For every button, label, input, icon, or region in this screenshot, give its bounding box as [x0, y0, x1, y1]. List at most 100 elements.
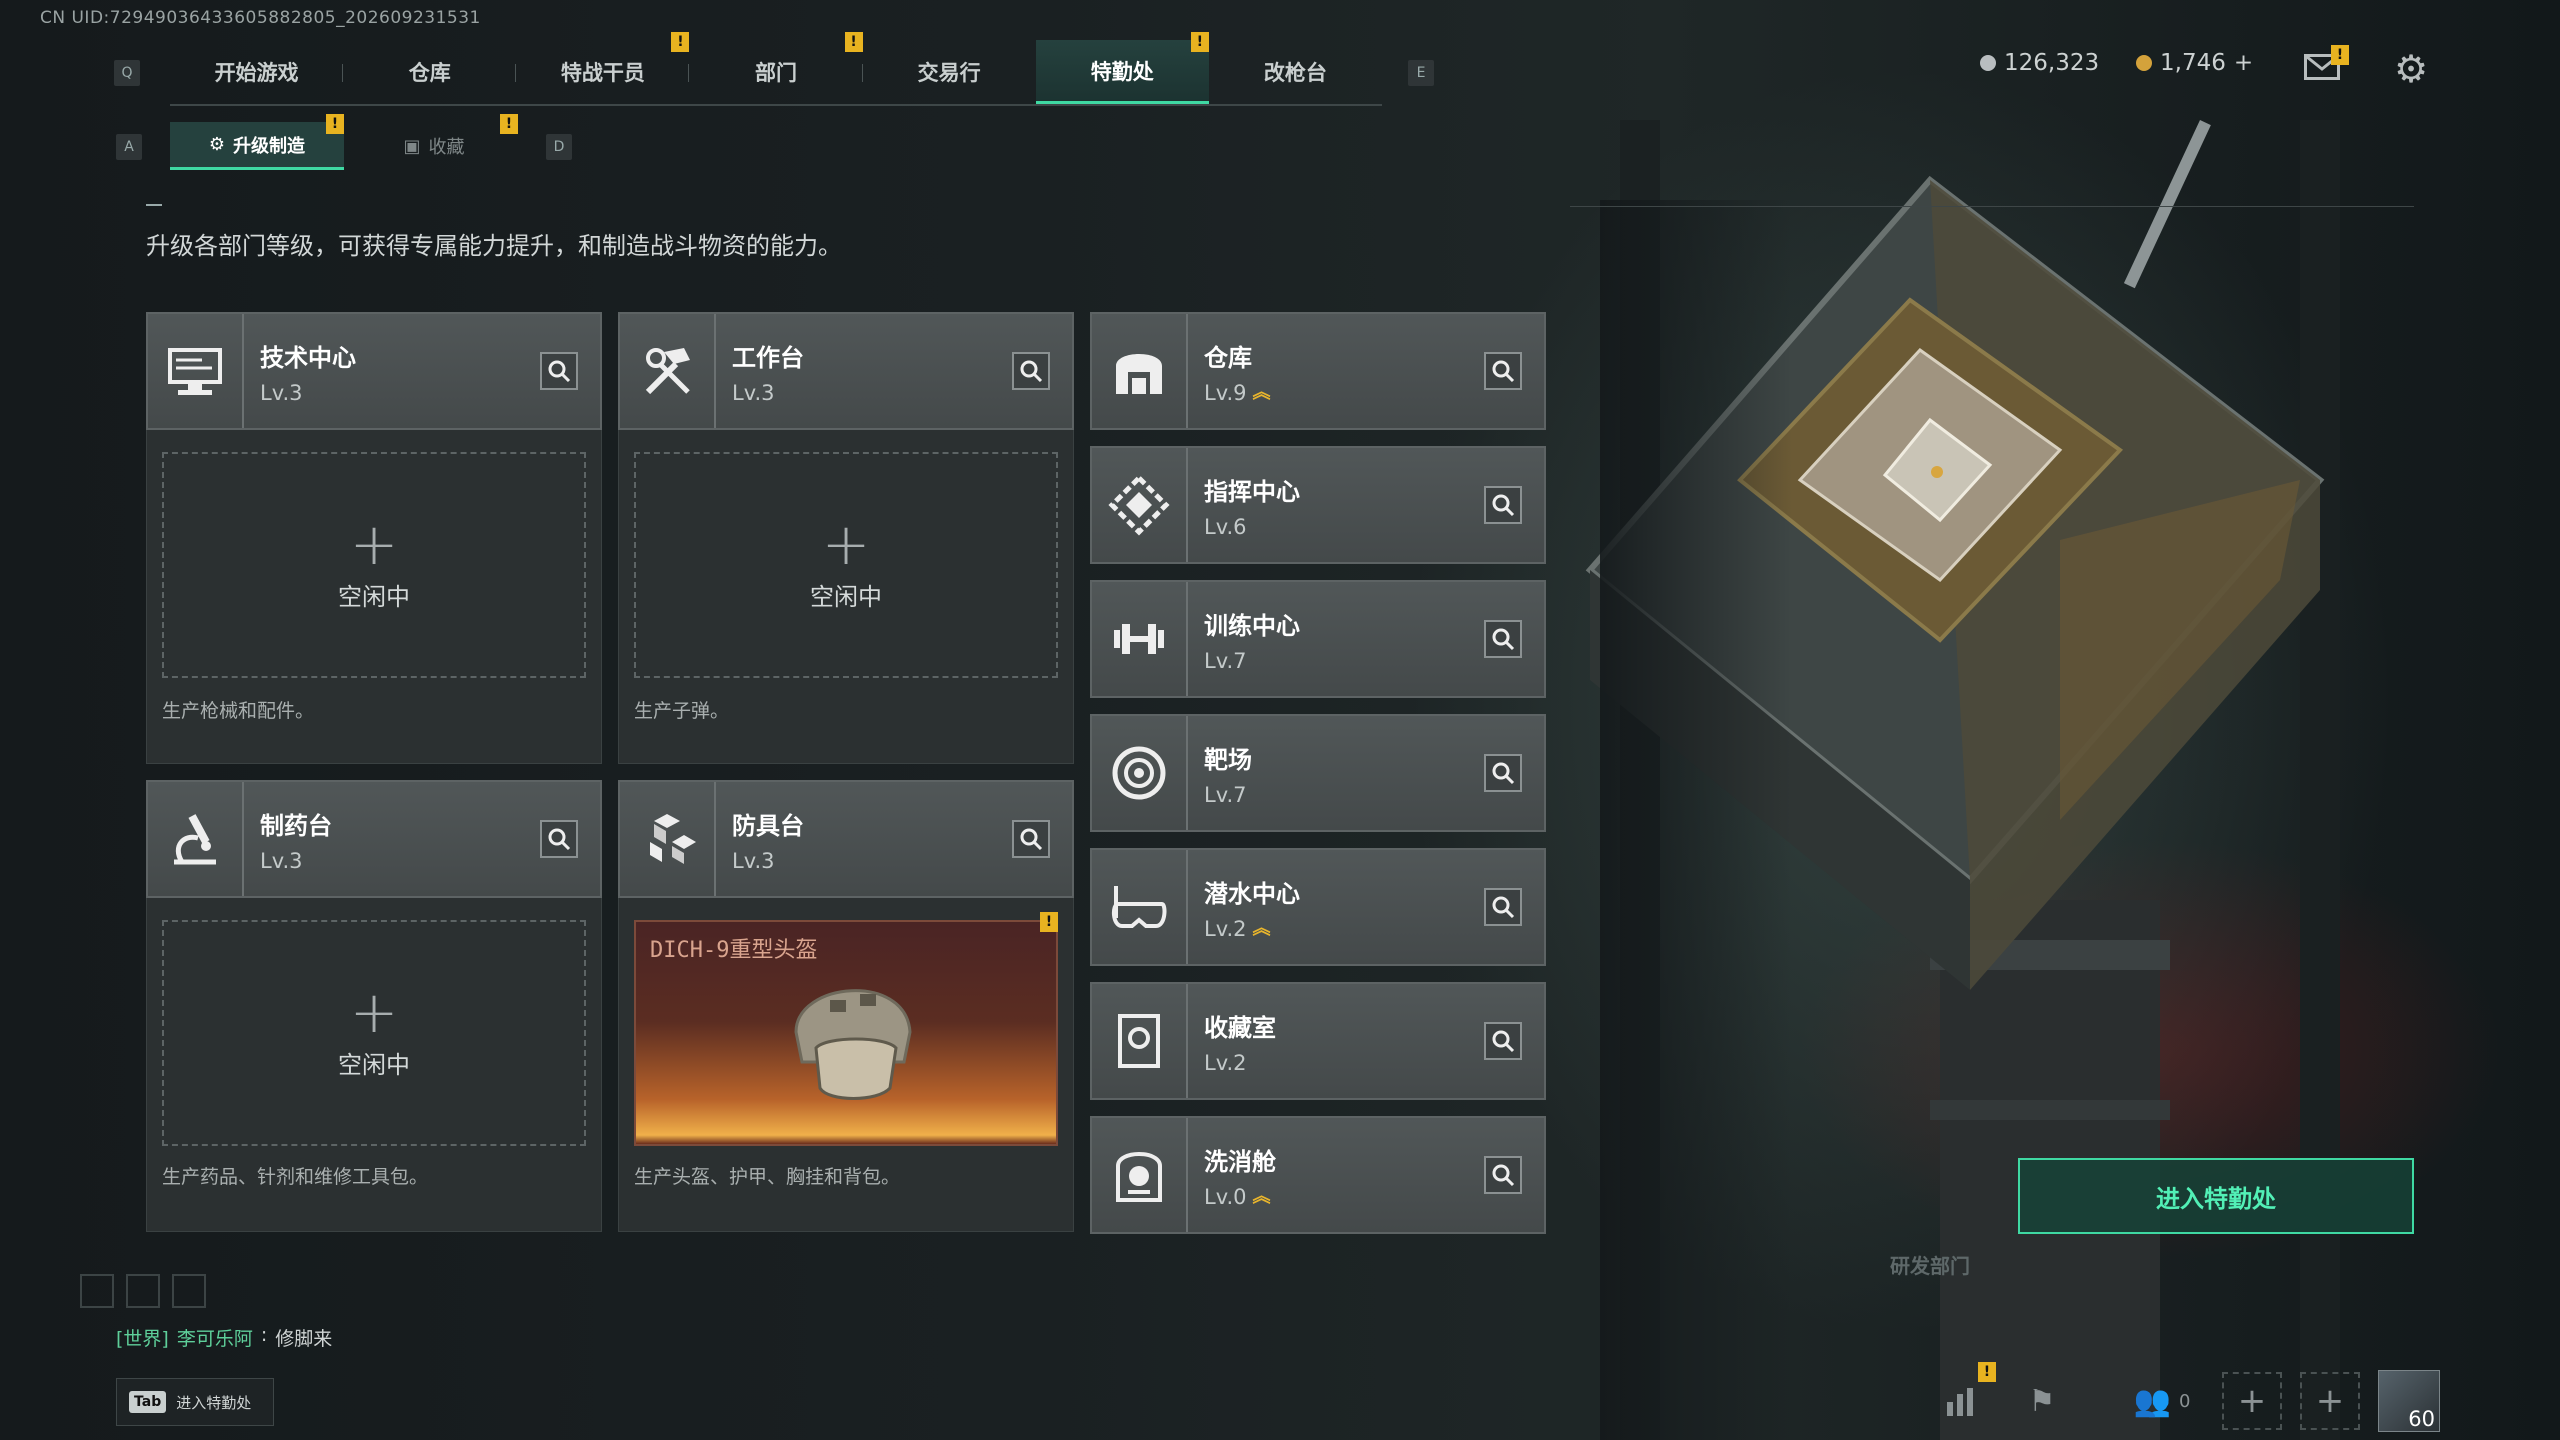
gold-currency[interactable]: 1,746 + [2136, 50, 2253, 76]
tab-department[interactable]: 部门! [689, 32, 863, 104]
key-hint-e[interactable]: E [1408, 60, 1434, 86]
department-name: 洗消舱 [1204, 1147, 1276, 1176]
notice-badge: ! [1978, 1362, 1996, 1382]
search-icon[interactable] [540, 820, 578, 858]
search-icon[interactable] [1484, 620, 1522, 658]
key-hint-a[interactable]: A [116, 134, 142, 160]
department-level: Lv.7 [1204, 782, 1247, 807]
friends-button[interactable]: 👥 0 [2112, 1372, 2212, 1430]
search-icon[interactable] [1484, 486, 1522, 524]
stats-bar-chart-icon[interactable]: ! [1932, 1362, 1996, 1430]
vault-icon [1092, 314, 1188, 428]
gold-coin-icon [2136, 55, 2152, 71]
mail-icon[interactable]: ! [2304, 45, 2349, 80]
station-note: 生产子弹。 [634, 700, 730, 722]
target-icon [1092, 716, 1188, 830]
search-icon[interactable] [1484, 754, 1522, 792]
player-level: 60 [2408, 1407, 2435, 1431]
tab-operators[interactable]: 特战干员! [516, 32, 690, 104]
station-header-pharmacy[interactable]: 制药台 Lv.3 [146, 780, 602, 898]
station-name: 工作台 [732, 343, 804, 372]
department-command-center[interactable]: 指挥中心 Lv.6 [1090, 446, 1546, 564]
key-hint-q[interactable]: Q [114, 60, 140, 86]
notice-badge: ! [2331, 45, 2349, 65]
station-level: Lv.3 [732, 380, 775, 405]
search-icon[interactable] [540, 352, 578, 390]
tools-icon [620, 314, 716, 428]
add-plus-icon: + [821, 509, 871, 578]
department-name: 潜水中心 [1204, 879, 1300, 908]
player-avatar[interactable]: 60 [2378, 1370, 2440, 1432]
chat-line[interactable]: [世界] 李可乐阿 : 修脚来 [116, 1324, 332, 1351]
station-header-armor[interactable]: 防具台 Lv.3 [618, 780, 1074, 898]
station-level: Lv.3 [260, 380, 303, 405]
department-name: 指挥中心 [1204, 477, 1300, 506]
craft-slot-empty[interactable]: + 空闲中 [162, 920, 586, 1146]
section-description: 升级各部门等级，可获得专属能力提升，和制造战斗物资的能力。 [146, 232, 842, 260]
department-warehouse[interactable]: 仓库 Lv.9 ︽ [1090, 312, 1546, 430]
department-diving-center[interactable]: 潜水中心 Lv.2 ︽ [1090, 848, 1546, 966]
department-level: Lv.6 [1204, 514, 1247, 539]
quick-slot[interactable] [172, 1274, 206, 1308]
search-icon[interactable] [1012, 820, 1050, 858]
tab-warehouse[interactable]: 仓库 [343, 40, 517, 104]
flag-icon[interactable]: ⚑ [2012, 1372, 2072, 1430]
department-name: 训练中心 [1204, 611, 1300, 640]
craft-slot-empty[interactable]: + 空闲中 [634, 452, 1058, 678]
command-icon [1092, 448, 1188, 562]
dumbbell-icon [1092, 582, 1188, 696]
craft-slot-product[interactable]: DICH-9重型头盔 ! [634, 912, 1058, 1146]
collection-icon: ▣ [403, 135, 421, 157]
department-training-center[interactable]: 训练中心 Lv.7 [1090, 580, 1546, 698]
add-plus-icon: + [349, 977, 399, 1046]
station-note: 生产药品、针剂和维修工具包。 [162, 1166, 429, 1188]
friends-count: 0 [2178, 1390, 2191, 1412]
tab-hint-button[interactable]: Tab 进入特勤处 [116, 1378, 274, 1426]
department-shooting-range[interactable]: 靶场 Lv.7 [1090, 714, 1546, 832]
microscope-icon [148, 782, 244, 896]
tab-key: Tab [129, 1391, 167, 1413]
search-icon[interactable] [1484, 888, 1522, 926]
subtab-collection[interactable]: ▣ 收藏 ! [350, 114, 518, 170]
subtab-upgrade-craft[interactable]: ⚙ 升级制造 ! [170, 114, 344, 170]
enter-special-ops-button[interactable]: 进入特勤处 [2018, 1158, 2414, 1234]
quick-slot[interactable] [80, 1274, 114, 1308]
upgrade-arrow-icon: ︽ [1252, 1185, 1271, 1207]
collection-room-icon [1092, 984, 1188, 1098]
settings-gear-icon[interactable]: ⚙ [2394, 50, 2428, 88]
department-name: 靶场 [1204, 745, 1252, 774]
department-decontamination[interactable]: 洗消舱 Lv.0 ︽ [1090, 1116, 1546, 1234]
search-icon[interactable] [1484, 1156, 1522, 1194]
search-icon[interactable] [1012, 352, 1050, 390]
chat-user: 李可乐阿 [176, 1328, 253, 1350]
station-header-tech-center[interactable]: 技术中心 Lv.3 [146, 312, 602, 430]
craft-slot-empty[interactable]: + 空闲中 [162, 452, 586, 678]
divider [146, 204, 162, 206]
craft-icon: ⚙ [208, 134, 226, 155]
notice-badge: ! [326, 114, 344, 134]
add-slot-button[interactable]: + [2222, 1372, 2282, 1430]
tab-special-ops[interactable]: 特勤处! [1035, 32, 1209, 104]
game-screen: CN UID:72949036433605882805_202609231531… [0, 0, 2560, 1440]
tab-start-game[interactable]: 开始游戏 [170, 40, 344, 104]
chat-message: 修脚来 [275, 1328, 333, 1350]
upgrade-arrow-icon: ︽ [1252, 917, 1271, 939]
search-icon[interactable] [1484, 1022, 1522, 1060]
key-hint-d[interactable]: D [546, 134, 572, 160]
station-header-workbench[interactable]: 工作台 Lv.3 [618, 312, 1074, 430]
boxes-icon [620, 782, 716, 896]
department-collection-room[interactable]: 收藏室 Lv.2 [1090, 982, 1546, 1100]
chat-channel: [世界] [116, 1328, 169, 1350]
background-fade [1600, 200, 2560, 1440]
tab-gunsmith[interactable]: 改枪台 [1209, 40, 1382, 104]
player-uid: CN UID:72949036433605882805_202609231531 [40, 8, 481, 28]
station-note: 生产枪械和配件。 [162, 700, 315, 722]
station-level: Lv.3 [732, 848, 775, 873]
add-slot-button[interactable]: + [2300, 1372, 2360, 1430]
station-name: 防具台 [732, 811, 804, 840]
station-name: 技术中心 [260, 343, 356, 372]
quick-slot[interactable] [126, 1274, 160, 1308]
add-currency-button[interactable]: + [2234, 50, 2253, 76]
tab-trade[interactable]: 交易行 [863, 40, 1036, 104]
search-icon[interactable] [1484, 352, 1522, 390]
